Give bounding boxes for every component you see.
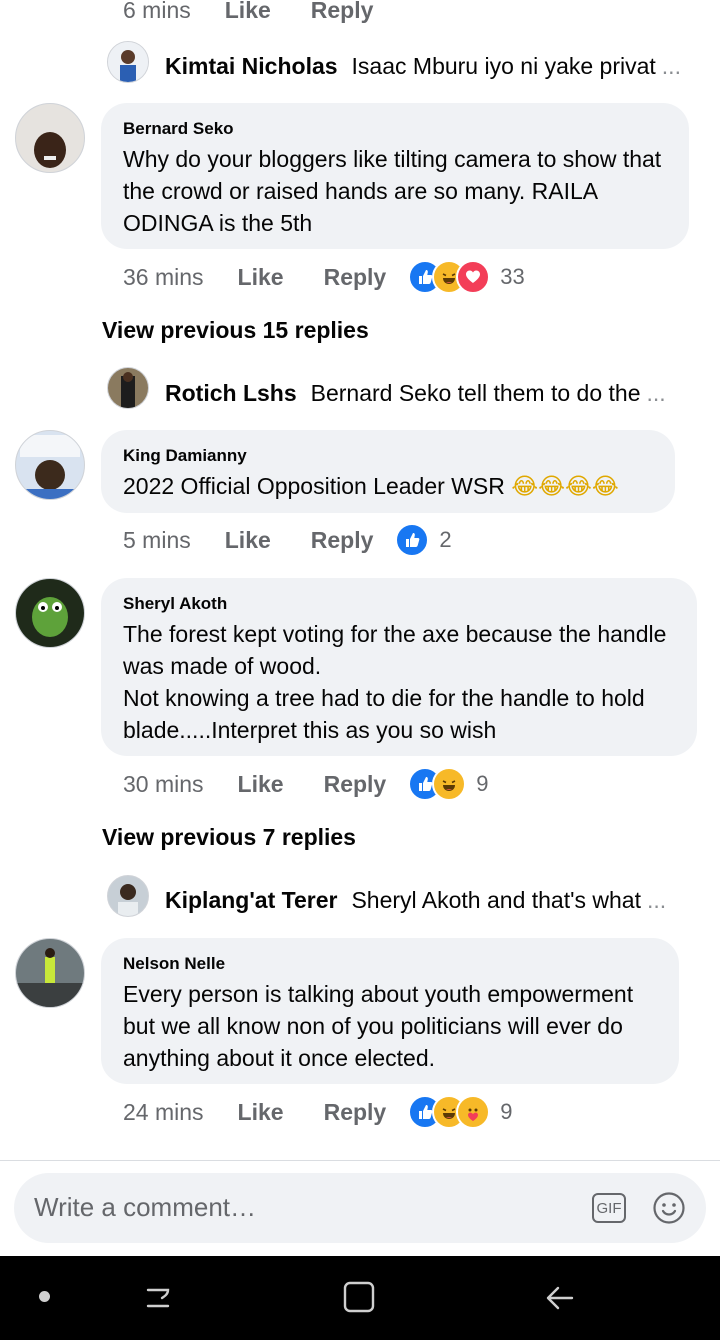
reaction-summary[interactable]: [408, 1095, 491, 1129]
comment-text: 2022 Official Opposition Leader WSR 😂😂😂😂: [123, 470, 653, 503]
avatar[interactable]: [107, 367, 149, 409]
avatar[interactable]: [15, 103, 85, 173]
avatar[interactable]: [15, 430, 85, 500]
reply-text: Bernard Seko tell them to do the: [310, 379, 641, 406]
reply-button[interactable]: Reply: [311, 527, 374, 554]
laughing-emoji: 😂😂😂😂: [511, 474, 619, 500]
reaction-count: 9: [476, 771, 489, 796]
reply-preview[interactable]: Kiplang'at Terer Sheryl Akoth and that's…: [165, 875, 685, 925]
reaction-summary[interactable]: [408, 260, 491, 294]
care-reaction-icon: [456, 1095, 491, 1129]
comment-text: The forest kept voting for the axe becau…: [123, 621, 667, 743]
comment-time: 30 mins: [123, 770, 204, 797]
ellipsis: ...: [646, 379, 666, 406]
comment-meta: 36 mins Like Reply 33: [123, 257, 525, 297]
like-button[interactable]: Like: [238, 264, 284, 291]
like-button[interactable]: Like: [238, 771, 284, 798]
comment-composer-bar: Write a comment… GIF: [0, 1160, 720, 1257]
comment-meta: 5 mins Like Reply 2: [123, 520, 452, 560]
reaction-summary[interactable]: [408, 767, 467, 801]
comment-text: Why do your bloggers like tilting camera…: [123, 146, 662, 236]
like-button[interactable]: Like: [225, 0, 271, 24]
reply-button[interactable]: Reply: [324, 771, 387, 798]
comment-meta-top: 6 mins Like Reply: [123, 0, 413, 30]
reply-author[interactable]: Kiplang'at Terer: [165, 887, 337, 914]
comment-bubble[interactable]: King Damianny 2022 Official Opposition L…: [101, 430, 675, 513]
like-button[interactable]: Like: [238, 1099, 284, 1126]
gif-icon[interactable]: GIF: [592, 1193, 626, 1223]
ellipsis: ...: [646, 886, 667, 913]
emoji-icon[interactable]: [652, 1191, 686, 1230]
comment-author[interactable]: Bernard Seko: [123, 119, 667, 139]
avatar[interactable]: [15, 938, 85, 1008]
comment-author[interactable]: King Damianny: [123, 446, 653, 466]
view-previous-replies-link[interactable]: View previous 7 replies: [102, 824, 356, 851]
reply-button[interactable]: Reply: [324, 264, 387, 291]
comment-time: 5 mins: [123, 526, 191, 553]
gif-label: GIF: [596, 1199, 622, 1217]
comment-meta: 30 mins Like Reply 9: [123, 764, 488, 804]
comment-author[interactable]: Sheryl Akoth: [123, 594, 675, 614]
recents-icon[interactable]: [140, 1280, 176, 1321]
back-icon[interactable]: [542, 1280, 578, 1321]
comment-text-body: 2022 Official Opposition Leader WSR: [123, 473, 505, 499]
reply-author[interactable]: Rotich Lshs: [165, 380, 297, 407]
like-reaction-icon: [395, 523, 430, 557]
comment-bubble[interactable]: Bernard Seko Why do your bloggers like t…: [101, 103, 689, 249]
view-previous-replies-link[interactable]: View previous 15 replies: [102, 317, 369, 344]
love-reaction-icon: [456, 260, 491, 294]
reaction-count: 33: [500, 264, 525, 289]
avatar[interactable]: [15, 578, 85, 648]
comment-time: 24 mins: [123, 1098, 204, 1125]
avatar[interactable]: [107, 41, 149, 83]
reaction-count: 9: [500, 1099, 513, 1124]
reaction-count: 2: [439, 527, 452, 552]
reply-author[interactable]: Kimtai Nicholas: [165, 53, 338, 80]
comment-bubble[interactable]: Sheryl Akoth The forest kept voting for …: [101, 578, 697, 756]
reply-preview[interactable]: Rotich Lshs Bernard Seko tell them to do…: [165, 368, 685, 418]
reply-preview[interactable]: Kimtai Nicholas Isaac Mburu iyo ni yake …: [165, 41, 685, 91]
reply-text: Isaac Mburu iyo ni yake privat: [351, 52, 656, 79]
comment-input-placeholder: Write a comment…: [34, 1192, 257, 1222]
comment-time: 6 mins: [123, 0, 191, 23]
haha-reaction-icon: [432, 767, 467, 801]
reaction-summary[interactable]: [395, 523, 430, 557]
system-navigation-bar: [0, 1256, 720, 1340]
comment-time: 36 mins: [123, 263, 204, 290]
comment-author[interactable]: Nelson Nelle: [123, 954, 657, 974]
comment-bubble[interactable]: Nelson Nelle Every person is talking abo…: [101, 938, 679, 1084]
comment-text: Every person is talking about youth empo…: [123, 981, 634, 1071]
comment-input[interactable]: Write a comment… GIF: [14, 1173, 706, 1243]
home-icon[interactable]: [342, 1280, 376, 1319]
reply-button[interactable]: Reply: [311, 0, 374, 24]
nav-dot-icon[interactable]: [39, 1291, 50, 1302]
comment-meta: 24 mins Like Reply 9: [123, 1092, 512, 1132]
reply-button[interactable]: Reply: [324, 1099, 387, 1126]
like-button[interactable]: Like: [225, 527, 271, 554]
reply-text: Sheryl Akoth and that's what: [351, 886, 641, 913]
avatar[interactable]: [107, 875, 149, 917]
ellipsis: ...: [661, 52, 681, 79]
